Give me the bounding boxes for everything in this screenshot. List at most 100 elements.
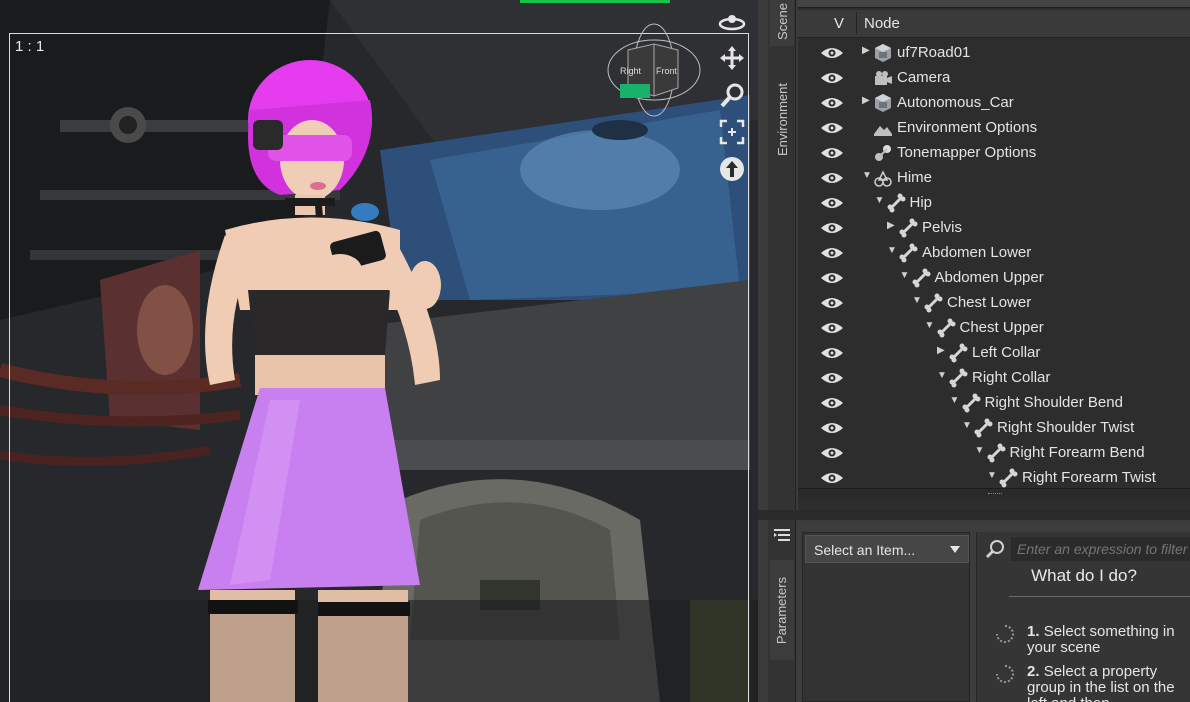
expanded-arrow-icon[interactable]: ▼ [937, 370, 947, 381]
environment-icon [873, 118, 893, 138]
scene-node-row[interactable]: ▼ Right Shoulder Twist [798, 415, 1190, 440]
scene-node-row[interactable]: ▶ uf7Road01 [798, 40, 1190, 65]
scene-node-label: Chest Upper [959, 319, 1044, 336]
eye-icon[interactable] [820, 96, 844, 110]
bone-icon [986, 443, 1006, 463]
step-2-text: Select a property group in the list on t… [1027, 663, 1175, 702]
scene-node-row[interactable]: ▶ Autonomous_Car [798, 90, 1190, 115]
filter-input[interactable] [1011, 537, 1190, 561]
eye-icon[interactable] [820, 146, 844, 160]
eye-icon[interactable] [820, 46, 844, 60]
eye-icon[interactable] [820, 371, 844, 385]
visibility-column-header[interactable]: V [834, 15, 844, 32]
bone-icon [923, 293, 943, 313]
scene-node-label: Hip [909, 194, 933, 211]
collapsed-arrow-icon[interactable]: ▶ [862, 95, 872, 106]
tab-options-icon[interactable] [774, 528, 790, 542]
tab-environment[interactable]: Environment [770, 64, 794, 174]
scene-node-row[interactable]: ▼ Hime [798, 165, 1190, 190]
3d-viewport[interactable]: 1 : 1 Right Front [0, 0, 758, 702]
scene-node-label: Autonomous_Car [897, 94, 1014, 111]
zoom-icon[interactable] [716, 80, 748, 110]
eye-icon[interactable] [820, 421, 844, 435]
scrollbar-grip[interactable] [988, 493, 1002, 495]
collapsed-arrow-icon[interactable]: ▶ [862, 45, 872, 56]
expanded-arrow-icon[interactable]: ▼ [875, 195, 885, 206]
scene-node-row[interactable]: ▼ Right Shoulder Bend [798, 390, 1190, 415]
eye-icon[interactable] [820, 246, 844, 260]
bone-icon [911, 268, 931, 288]
expanded-arrow-icon[interactable]: ▼ [987, 470, 997, 481]
eye-icon[interactable] [820, 121, 844, 135]
collapsed-arrow-icon[interactable]: ▶ [887, 220, 897, 231]
eye-icon[interactable] [820, 396, 844, 410]
bone-icon [936, 318, 956, 338]
bone-icon [886, 193, 906, 213]
expanded-arrow-icon[interactable]: ▼ [862, 170, 872, 181]
scene-node-label: Right Shoulder Twist [997, 419, 1135, 436]
step-1-spinner-icon [996, 625, 1014, 643]
scene-node-row[interactable]: ▼ Chest Upper [798, 315, 1190, 340]
scene-node-row[interactable]: Camera [798, 65, 1190, 90]
aspect-ratio-label: 1 : 1 [15, 38, 45, 55]
eye-icon[interactable] [820, 321, 844, 335]
scene-tree-header: V Node [798, 10, 1190, 38]
item-select-dropdown[interactable]: Select an Item... [805, 535, 969, 563]
figure-box-icon [873, 93, 893, 113]
eye-icon[interactable] [820, 446, 844, 460]
eye-icon[interactable] [820, 271, 844, 285]
eye-icon[interactable] [820, 196, 844, 210]
pan-icon[interactable] [716, 43, 748, 73]
eye-icon[interactable] [820, 296, 844, 310]
reset-view-icon[interactable] [716, 154, 748, 184]
expanded-arrow-icon[interactable]: ▼ [900, 270, 910, 281]
expanded-arrow-icon[interactable]: ▼ [887, 245, 897, 256]
node-column-header[interactable]: Node [864, 15, 900, 32]
scene-node-label: Right Forearm Twist [1022, 469, 1156, 486]
active-indicator [520, 0, 670, 3]
scene-node-row[interactable]: ▼ Abdomen Lower [798, 240, 1190, 265]
cube-face-right: Right [620, 66, 642, 76]
scene-node-row[interactable]: Environment Options [798, 115, 1190, 140]
scene-node-row[interactable]: ▶ Left Collar [798, 340, 1190, 365]
step-1-text: Select something in your scene [1027, 623, 1175, 656]
scene-node-row[interactable]: ▼ Chest Lower [798, 290, 1190, 315]
expanded-arrow-icon[interactable]: ▼ [912, 295, 922, 306]
eye-icon[interactable] [820, 346, 844, 360]
tab-scene[interactable]: Scene [770, 0, 794, 46]
scene-node-row[interactable]: ▼ Hip [798, 190, 1190, 215]
viewport-navigation-tools [716, 6, 750, 191]
search-icon [985, 540, 1004, 559]
chevron-down-icon [950, 546, 960, 553]
figure-icon [873, 168, 893, 188]
expanded-arrow-icon[interactable]: ▼ [925, 320, 935, 331]
scene-node-row[interactable]: ▼ Right Forearm Bend [798, 440, 1190, 465]
scene-node-row[interactable]: ▶ Pelvis [798, 215, 1190, 240]
scene-node-row[interactable]: Tonemapper Options [798, 140, 1190, 165]
pane-splitter[interactable] [758, 510, 1190, 520]
orbit-icon[interactable] [716, 6, 748, 36]
scene-node-label: Right Forearm Bend [1009, 444, 1145, 461]
eye-icon[interactable] [820, 71, 844, 85]
tab-parameters[interactable]: Parameters [770, 560, 794, 660]
eye-icon[interactable] [820, 471, 844, 485]
view-cube[interactable]: Right Front [606, 22, 702, 118]
expanded-arrow-icon[interactable]: ▼ [950, 395, 960, 406]
bone-icon [961, 393, 981, 413]
expanded-arrow-icon[interactable]: ▼ [962, 420, 972, 431]
help-step-1: 1. Select something in your scene [1027, 624, 1190, 656]
collapsed-arrow-icon[interactable]: ▶ [937, 345, 947, 356]
scene-node-label: Right Collar [972, 369, 1051, 386]
eye-icon[interactable] [820, 171, 844, 185]
scene-node-row[interactable]: ▼ Right Collar [798, 365, 1190, 390]
scene-node-row[interactable]: ▼ Abdomen Upper [798, 265, 1190, 290]
bone-icon [948, 368, 968, 388]
scene-node-row[interactable]: ▼ Right Forearm Twist [798, 465, 1190, 490]
scene-node-label: Camera [897, 69, 951, 86]
eye-icon[interactable] [820, 221, 844, 235]
expanded-arrow-icon[interactable]: ▼ [975, 445, 985, 456]
scene-scrollbar[interactable] [798, 488, 1190, 500]
scene-node-label: Left Collar [972, 344, 1041, 361]
parameters-content: What do I do? 1. Select something in you… [976, 532, 1190, 702]
frame-icon[interactable] [716, 117, 748, 147]
